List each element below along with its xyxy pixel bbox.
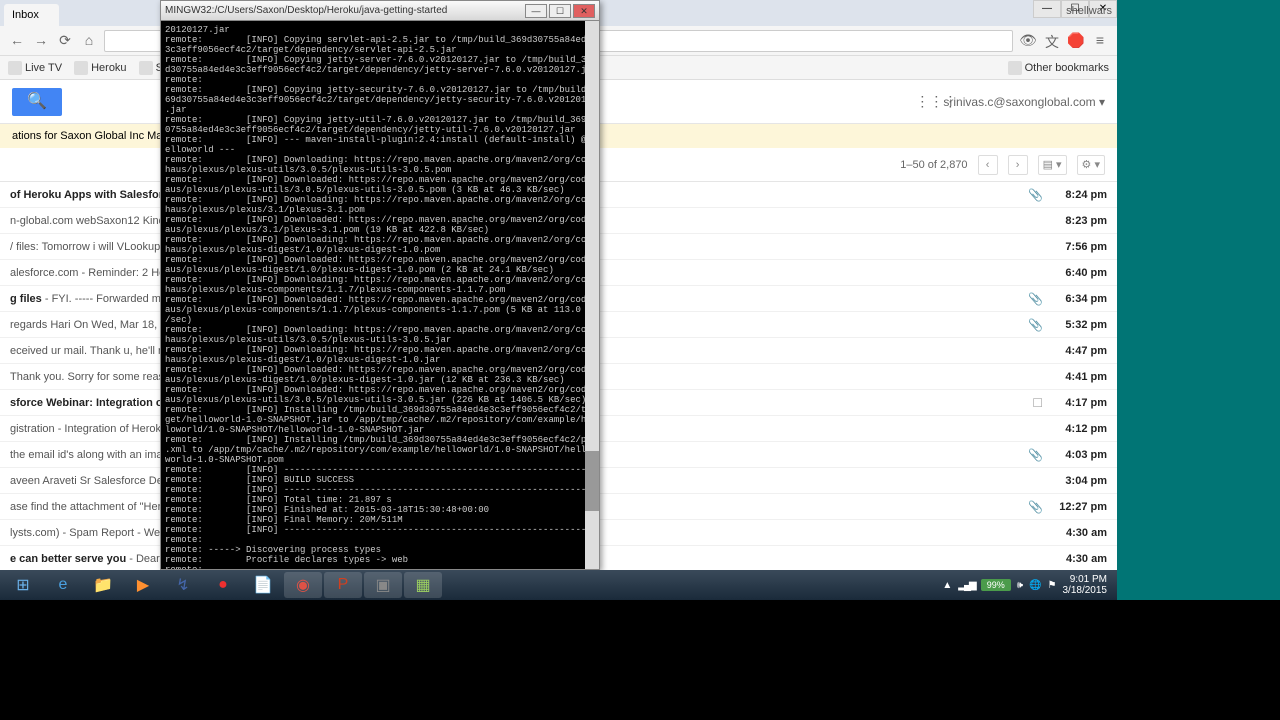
attachment-icon: 📎: [1028, 188, 1043, 202]
mail-time: 8:24 pm: [1049, 189, 1107, 201]
mail-time: 4:03 pm: [1049, 449, 1107, 461]
taskbar-app-button[interactable]: 📄: [244, 572, 282, 598]
windows-taskbar: ⊞e📁▶↯●📄◉P▣▦ ▲ ▂▄▆ 99% 🕪 🌐 ⚑ 9:01 PM 3/18…: [0, 570, 1117, 600]
mail-time: 5:32 pm: [1049, 319, 1107, 331]
signal-icon: ▂▄▆: [958, 580, 974, 591]
mail-time: 7:56 pm: [1049, 241, 1107, 253]
attachment-icon: 📎: [1028, 500, 1043, 514]
translate-icon[interactable]: ⽂: [1043, 32, 1061, 50]
mail-time: 4:41 pm: [1049, 371, 1107, 383]
taskbar-app-button[interactable]: ▦: [404, 572, 442, 598]
bookmark-heroku[interactable]: Heroku: [74, 61, 126, 75]
terminal-scrollbar[interactable]: [585, 21, 599, 569]
pagination-label: 1–50 of 2,870: [900, 159, 967, 171]
bookmark-label: Heroku: [91, 62, 126, 74]
chrome-minimize[interactable]: —: [1033, 0, 1061, 18]
mail-time: 6:34 pm: [1049, 293, 1107, 305]
attachment-icon: 📎: [1028, 448, 1043, 462]
taskbar-app-button[interactable]: ●: [204, 572, 242, 598]
terminal-maximize[interactable]: ☐: [549, 4, 571, 18]
forward-icon[interactable]: →: [32, 32, 50, 50]
mail-time: 4:12 pm: [1049, 423, 1107, 435]
mail-time: 3:04 pm: [1049, 475, 1107, 487]
mail-time: 6:40 pm: [1049, 267, 1107, 279]
box-icon: ☐: [1032, 396, 1043, 410]
terminal-close[interactable]: ✕: [573, 4, 595, 18]
next-page-button[interactable]: ›: [1008, 155, 1028, 175]
tray-expand-icon[interactable]: ▲: [942, 580, 952, 591]
folder-icon: [1008, 61, 1022, 75]
volume-icon[interactable]: 🕪: [1017, 580, 1023, 591]
taskbar-clock[interactable]: 9:01 PM 3/18/2015: [1063, 574, 1108, 596]
taskbar-app-button[interactable]: 📁: [84, 572, 122, 598]
mail-time: 12:27 pm: [1049, 501, 1107, 513]
terminal-minimize[interactable]: —: [525, 4, 547, 18]
mail-time: 4:17 pm: [1049, 397, 1107, 409]
system-tray: ▲ ▂▄▆ 99% 🕪 🌐 ⚑ 9:01 PM 3/18/2015: [942, 574, 1113, 596]
mail-time: 4:30 am: [1049, 527, 1107, 539]
scrollbar-thumb[interactable]: [585, 451, 599, 511]
clock-date: 3/18/2015: [1063, 585, 1108, 596]
battery-indicator[interactable]: 99%: [981, 579, 1011, 591]
taskbar-app-button[interactable]: ▣: [364, 572, 402, 598]
flag-icon[interactable]: ⚑: [1048, 580, 1057, 591]
attachment-icon: 📎: [1028, 318, 1043, 332]
other-bookmarks[interactable]: Other bookmarks: [1008, 61, 1109, 75]
bookmark-livetv[interactable]: Live TV: [8, 61, 62, 75]
settings-gear-icon[interactable]: ⚙ ▾: [1077, 155, 1105, 175]
taskbar-app-button[interactable]: e: [44, 572, 82, 598]
attachment-icon: 📎: [1028, 292, 1043, 306]
terminal-title: MINGW32:/C/Users/Saxon/Desktop/Heroku/ja…: [165, 5, 523, 16]
bookmark-icon: [139, 61, 153, 75]
taskbar-app-button[interactable]: ◉: [284, 572, 322, 598]
mail-time: 4:30 am: [1049, 553, 1107, 565]
abp-icon[interactable]: 🛑: [1067, 32, 1085, 50]
taskbar-app-button[interactable]: ▶: [124, 572, 162, 598]
apps-icon[interactable]: ⋮⋮⋮: [915, 93, 933, 111]
youtube-blackbar: [0, 600, 1280, 720]
view-toggle[interactable]: ▤ ▾: [1038, 155, 1067, 175]
bookmark-icon: [8, 61, 22, 75]
terminal-titlebar[interactable]: MINGW32:/C/Users/Saxon/Desktop/Heroku/ja…: [161, 1, 599, 21]
terminal-window: MINGW32:/C/Users/Saxon/Desktop/Heroku/ja…: [160, 0, 600, 570]
home-icon[interactable]: ⌂: [80, 32, 98, 50]
taskbar-app-button[interactable]: ⊞: [4, 572, 42, 598]
clock-time: 9:01 PM: [1063, 574, 1108, 585]
user-account[interactable]: srinivas.c@saxonglobal.com ▾: [943, 95, 1105, 109]
search-button[interactable]: 🔍: [12, 88, 62, 116]
notice-text: ations for Saxon Global Inc Mail.: [12, 130, 170, 142]
bookmark-label: Other bookmarks: [1025, 62, 1109, 74]
taskbar-app-button[interactable]: ↯: [164, 572, 202, 598]
menu-icon[interactable]: ≡: [1091, 32, 1109, 50]
mail-time: 8:23 pm: [1049, 215, 1107, 227]
bookmark-icon: [74, 61, 88, 75]
taskbar-app-button[interactable]: P: [324, 572, 362, 598]
mail-time: 4:47 pm: [1049, 345, 1107, 357]
taskbar-buttons: ⊞e📁▶↯●📄◉P▣▦: [4, 572, 442, 598]
back-icon[interactable]: ←: [8, 32, 26, 50]
browser-tab[interactable]: Inbox: [4, 4, 59, 26]
eye-icon[interactable]: 👁: [1019, 32, 1037, 50]
bookmark-label: Live TV: [25, 62, 62, 74]
network-icon[interactable]: 🌐: [1029, 580, 1041, 591]
background-app-title: shellwars: [1066, 5, 1112, 17]
terminal-output[interactable]: 20120127.jar remote: [INFO] Copying serv…: [161, 21, 599, 569]
prev-page-button[interactable]: ‹: [978, 155, 998, 175]
reload-icon[interactable]: ⟳: [56, 32, 74, 50]
